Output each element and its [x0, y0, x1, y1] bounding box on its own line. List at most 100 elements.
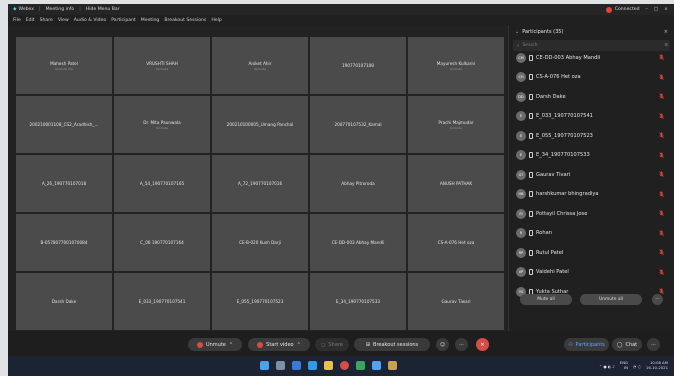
more-icon[interactable]: ···: [455, 338, 468, 351]
menu-meeting[interactable]: Meeting: [141, 18, 160, 23]
mic-muted-icon[interactable]: [659, 268, 664, 276]
chat-icon: ◯: [616, 341, 623, 348]
avatar: VP: [516, 267, 526, 278]
participant-row[interactable]: E E_033_190770107541: [508, 107, 674, 127]
unmute-all-button[interactable]: Unmute all: [580, 294, 642, 305]
mic-muted-icon[interactable]: [659, 54, 664, 61]
video-tile[interactable]: VRUSHTI SHAH Unmute: [114, 37, 210, 94]
video-tile[interactable]: Mayuresh Kulkarni Unmute: [408, 37, 504, 94]
video-tile[interactable]: Gaurav Tiwari: [408, 273, 504, 330]
mic-muted-icon[interactable]: [659, 171, 664, 178]
video-tile[interactable]: CE-B-020 Kush Darji: [212, 214, 308, 271]
maximize-icon[interactable]: □: [654, 7, 658, 12]
mic-muted-icon[interactable]: [659, 112, 664, 120]
video-tile[interactable]: 200770107532_Kamal: [310, 96, 406, 153]
menu-breakout-sessions[interactable]: Breakout Sessions: [164, 18, 206, 23]
whatsapp-icon[interactable]: [356, 361, 365, 370]
panel-close-icon[interactable]: ×: [664, 29, 668, 35]
participant-row[interactable]: CM CE-DD-003 Abhay Mandli: [508, 48, 674, 68]
video-tile[interactable]: Prachi Majmudar Unmute: [408, 96, 504, 153]
chrome-icon[interactable]: [340, 361, 349, 370]
participant-row[interactable]: E E_34_190770107533: [508, 146, 674, 166]
share-button[interactable]: ◻ Share: [315, 338, 349, 351]
video-tile[interactable]: 200210001108_CS2_Aradhish_...: [16, 96, 112, 153]
mic-muted-icon[interactable]: [659, 151, 664, 159]
mic-muted-icon[interactable]: [659, 229, 664, 237]
participant-row[interactable]: RP Rutul Patel: [508, 243, 674, 263]
menu-view[interactable]: View: [58, 18, 69, 23]
close-icon[interactable]: ×: [664, 7, 668, 12]
more-options-icon[interactable]: ···: [652, 294, 663, 305]
video-tile[interactable]: CS-A-076 Het oza: [408, 214, 504, 271]
video-tile[interactable]: Darsh Dake: [16, 273, 112, 330]
meeting-info-link[interactable]: Meeting info: [46, 7, 75, 12]
participant-row[interactable]: PJ Pottayil Chrissa Jose: [508, 204, 674, 224]
video-tile[interactable]: CE-DD-003 Abhay Mandli: [310, 214, 406, 271]
device-icon: [529, 230, 533, 237]
menu-participant[interactable]: Participant: [111, 18, 136, 23]
participant-row[interactable]: HB harshkumar bhingradiya: [508, 185, 674, 205]
settings-taskbar-icon[interactable]: [388, 361, 397, 370]
video-tile[interactable]: Mahesh Patel Unmute me: [16, 37, 112, 94]
participants-toggle-button[interactable]: ⚇ Participants: [564, 338, 609, 351]
tray-icons[interactable]: ⌃ ● ◐ ♪: [599, 364, 615, 369]
mic-muted-icon[interactable]: [659, 73, 664, 81]
participant-row[interactable]: GT Gaurav Tivari: [508, 165, 674, 185]
file-explorer-icon[interactable]: [324, 361, 333, 370]
network-icon[interactable]: ◔ ♫: [633, 364, 641, 369]
start-video-button[interactable]: Start video ⌃: [248, 338, 310, 351]
video-tile[interactable]: E_033_190770107541: [114, 273, 210, 330]
video-tile[interactable]: ANUSH PATHAK: [408, 155, 504, 212]
menu-file[interactable]: File: [13, 18, 21, 23]
mic-muted-icon[interactable]: [659, 249, 664, 256]
reactions-icon[interactable]: ☺: [436, 338, 449, 351]
video-tile[interactable]: B-0578077001070084: [16, 214, 112, 271]
participant-row[interactable]: VP Vaidehi Patel: [508, 263, 674, 283]
video-tile[interactable]: A_26_190770107018: [16, 155, 112, 212]
tile-participant-name: E_033_190770107541: [138, 299, 186, 304]
video-tile[interactable]: 200210100005_Umang Panchal: [212, 96, 308, 153]
taskview-icon[interactable]: [292, 361, 301, 370]
connection-status[interactable]: Connected: [605, 6, 640, 13]
toolbar-more-icon[interactable]: ···: [647, 338, 660, 351]
mute-all-button[interactable]: Mute all: [520, 294, 572, 305]
video-tile[interactable]: C_06 190770107164: [114, 214, 210, 271]
menu-audio-video[interactable]: Audio & Video: [74, 18, 106, 23]
windows-start-icon[interactable]: [260, 361, 269, 370]
video-tile[interactable]: 190770107108: [310, 37, 406, 94]
video-tile[interactable]: Aniket Ahir Unmute: [212, 37, 308, 94]
mic-muted-icon[interactable]: [659, 93, 664, 100]
mic-muted-icon[interactable]: [659, 132, 664, 139]
mic-muted-icon[interactable]: [659, 210, 664, 217]
hide-menu-bar-button[interactable]: Hide Menu Bar: [86, 7, 120, 12]
chat-button[interactable]: ◯ Chat: [612, 338, 642, 351]
clock[interactable]: 10:08 AM 16-10-2021: [646, 361, 668, 370]
breakout-sessions-button[interactable]: ⊞ Breakout sessions: [354, 338, 430, 351]
menu-help[interactable]: Help: [211, 18, 221, 23]
lang2-label: IN: [624, 365, 628, 370]
menu-share[interactable]: Share: [40, 18, 53, 23]
menu-edit[interactable]: Edit: [26, 18, 35, 23]
participant-row[interactable]: R Rohan: [508, 224, 674, 244]
participant-row[interactable]: CH CS-A-076 Het oza: [508, 68, 674, 88]
language-indicator[interactable]: ENG IN: [620, 361, 628, 370]
mic-muted-icon[interactable]: [659, 190, 664, 198]
video-tile[interactable]: E_055_190770107523: [212, 273, 308, 330]
participant-row[interactable]: E E_055_190770107523: [508, 126, 674, 146]
search-taskbar-icon[interactable]: [276, 361, 285, 370]
webex-taskbar-icon[interactable]: [372, 361, 381, 370]
video-tile[interactable]: A_72_190770107016: [212, 155, 308, 212]
unmute-button[interactable]: Unmute ⌃: [188, 338, 242, 351]
video-tile[interactable]: A_54_190770107165: [114, 155, 210, 212]
minimize-icon[interactable]: –: [646, 7, 648, 12]
device-icon: [529, 210, 533, 217]
leave-meeting-icon[interactable]: ✕: [476, 338, 489, 351]
edge-icon[interactable]: [308, 361, 317, 370]
avatar: E: [516, 150, 526, 161]
participant-row[interactable]: DD Darsh Dake: [508, 87, 674, 107]
collapse-chevron-icon[interactable]: ⌄: [515, 29, 519, 35]
participant-name: harshkumar bhingradiya: [536, 191, 599, 198]
video-tile[interactable]: E_34_190770107533: [310, 273, 406, 330]
video-tile[interactable]: Dr. Mita Paunwala Unmute: [114, 96, 210, 153]
video-tile[interactable]: Abhay Pitroroda: [310, 155, 406, 212]
